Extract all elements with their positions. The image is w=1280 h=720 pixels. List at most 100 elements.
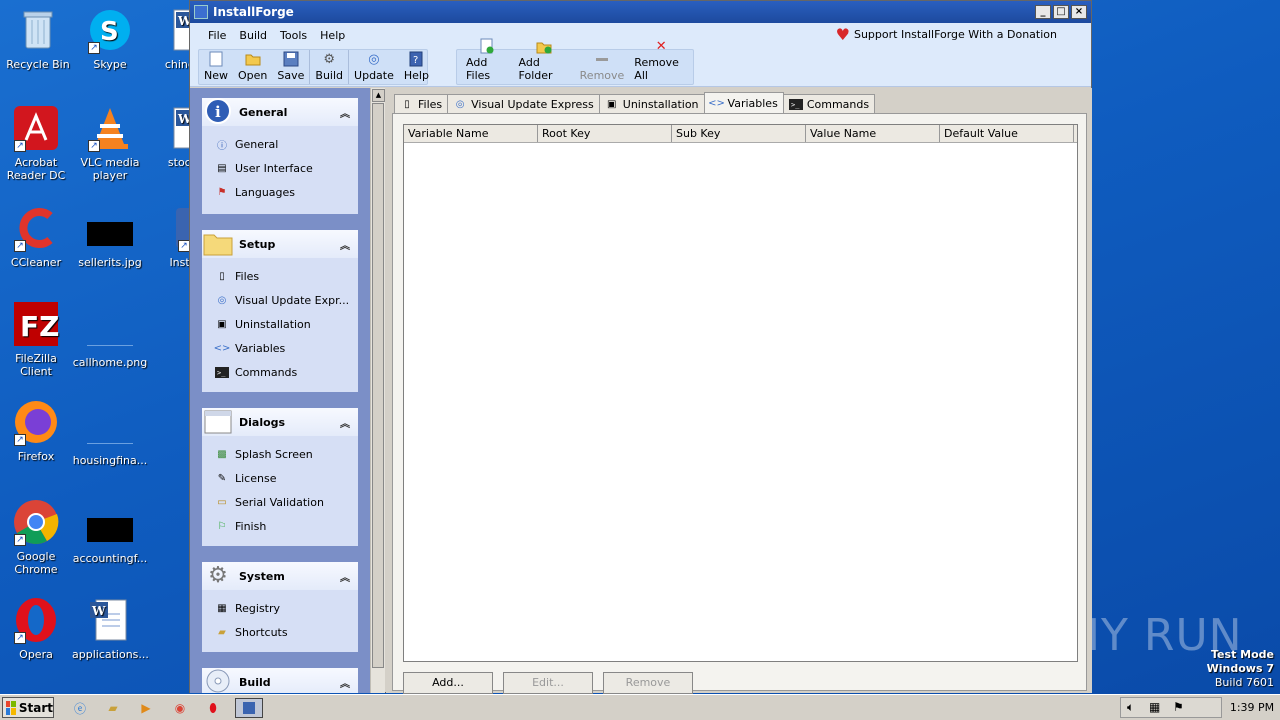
sidebar-item-label: Serial Validation xyxy=(235,495,324,509)
close-button[interactable]: × xyxy=(1071,5,1087,19)
terminal-icon: >_ xyxy=(788,98,803,112)
sidebar-item-files[interactable]: ▯ Files xyxy=(202,264,358,288)
installforge-taskbar-icon[interactable] xyxy=(235,698,263,718)
panel-header-general[interactable]: i General ︽ xyxy=(202,98,358,126)
maximize-button[interactable]: □ xyxy=(1053,5,1069,19)
variables-list[interactable]: Variable Name Root Key Sub Key Value Nam… xyxy=(403,124,1078,662)
desktop-icon-applications[interactable]: W applications... xyxy=(72,596,149,661)
column-header-sub-key[interactable]: Sub Key xyxy=(672,125,806,142)
start-button[interactable]: Start xyxy=(2,697,54,718)
menu-file[interactable]: File xyxy=(204,29,235,42)
image-file-icon xyxy=(86,420,134,450)
word-doc-icon: W xyxy=(86,596,134,644)
sidebar-scrollbar[interactable]: ▲ xyxy=(370,88,385,693)
media-player-taskbar-icon[interactable]: ▶ xyxy=(136,698,156,718)
title-bar[interactable]: InstallForge _ □ × xyxy=(190,1,1091,23)
tab-visual-update-express[interactable]: ◎ Visual Update Express xyxy=(447,94,600,114)
tab-strip: ▯ Files ◎ Visual Update Express ▣ Uninstall… xyxy=(394,92,876,114)
sidebar-item-registry[interactable]: ▦ Registry xyxy=(202,596,358,620)
add-files-button[interactable]: Add Files xyxy=(457,38,514,84)
chrome-icon: ↗ xyxy=(12,498,60,546)
open-button[interactable]: Open xyxy=(233,50,272,84)
desktop-icon-sellerits[interactable]: sellerits.jpg xyxy=(72,220,148,269)
explorer-taskbar-icon[interactable]: ▰ xyxy=(103,698,123,718)
panel-build: Build ︽ xyxy=(202,668,358,693)
ie-taskbar-icon[interactable]: ⓔ xyxy=(70,698,90,718)
column-header-default-value[interactable]: Default Value xyxy=(940,125,1074,142)
variables-tab-content: Variable Name Root Key Sub Key Value Nam… xyxy=(392,113,1087,694)
desktop-icon-chrome[interactable]: ↗ Google Chrome xyxy=(0,498,74,576)
sidebar-item-commands[interactable]: >_ Commands xyxy=(202,360,358,384)
save-button[interactable]: Save xyxy=(272,50,309,84)
build-button[interactable]: ⚙ Build xyxy=(309,50,348,84)
collapse-chevron-icon[interactable]: ︽ xyxy=(340,105,350,120)
volume-icon[interactable]: 🔈︎ xyxy=(1127,700,1134,715)
sidebar-item-serial-validation[interactable]: ▭ Serial Validation xyxy=(202,490,358,514)
tab-uninstallation[interactable]: ▣ Uninstallation xyxy=(598,94,705,114)
collapse-chevron-icon[interactable]: ︽ xyxy=(340,415,350,430)
remove-all-button[interactable]: ✕ Remove All xyxy=(629,39,693,84)
remove-variable-button[interactable]: Remove xyxy=(603,672,693,694)
desktop-icon-recycle-bin[interactable]: Recycle Bin xyxy=(0,6,76,71)
desktop-icon-label: Opera xyxy=(19,648,53,661)
sidebar-item-visual-update[interactable]: ◎ Visual Update Expr... xyxy=(202,288,358,312)
add-folder-label: Add Folder xyxy=(518,56,553,82)
tab-files[interactable]: ▯ Files xyxy=(394,94,449,114)
sidebar-item-general[interactable]: ⓘ General xyxy=(202,132,358,156)
menu-build[interactable]: Build xyxy=(235,29,276,42)
desktop-icon-skype[interactable]: S ↗ Skype xyxy=(72,6,148,71)
desktop-icon-vlc[interactable]: ↗ VLC media player xyxy=(72,104,148,182)
add-variable-button[interactable]: Add... xyxy=(403,672,493,694)
column-header-value-name[interactable]: Value Name xyxy=(806,125,940,142)
collapse-chevron-icon[interactable]: ︽ xyxy=(340,675,350,690)
chrome-taskbar-icon[interactable]: ◉ xyxy=(170,698,190,718)
collapse-chevron-icon[interactable]: ︽ xyxy=(340,569,350,584)
menu-tools[interactable]: Tools xyxy=(276,29,316,42)
column-header-variable-name[interactable]: Variable Name xyxy=(404,125,538,142)
action-center-flag-icon[interactable]: ⚑ xyxy=(1173,700,1184,714)
sidebar-item-splash-screen[interactable]: ▩ Splash Screen xyxy=(202,442,358,466)
desktop-icon-housingfina[interactable]: housingfina... xyxy=(72,418,148,467)
desktop-icon-filezilla[interactable]: FZ FileZilla Client xyxy=(0,300,74,378)
svg-text:?: ? xyxy=(413,55,418,66)
opera-taskbar-icon[interactable]: ⬮ xyxy=(203,698,223,718)
sidebar-item-user-interface[interactable]: ▤ User Interface xyxy=(202,156,358,180)
desktop-icon-callhome[interactable]: callhome.png xyxy=(72,320,148,369)
desktop-icon-ccleaner[interactable]: ↗ CCleaner xyxy=(0,204,74,269)
donate-link[interactable]: ♥ Support InstallForge With a Donation xyxy=(836,26,1057,42)
column-header-root-key[interactable]: Root Key xyxy=(538,125,672,142)
sidebar-item-languages[interactable]: ⚑ Languages xyxy=(202,180,358,204)
panel-header-build[interactable]: Build ︽ xyxy=(202,668,358,693)
desktop-icon-acrobat[interactable]: ↗ Acrobat Reader DC xyxy=(0,104,74,182)
uninstall-icon: ▣ xyxy=(607,99,617,110)
sidebar-item-license[interactable]: ✎ License xyxy=(202,466,358,490)
panel-header-system[interactable]: ⚙ System ︽ xyxy=(202,562,358,590)
update-button[interactable]: ◎ Update xyxy=(348,50,399,84)
remove-all-icon: ✕ xyxy=(655,39,667,54)
tab-variables[interactable]: <> Variables xyxy=(703,92,784,114)
minimize-button[interactable]: _ xyxy=(1035,5,1051,19)
open-label: Open xyxy=(238,69,268,82)
desktop-icon-accountingf[interactable]: accountingf... xyxy=(72,516,148,565)
menu-help[interactable]: Help xyxy=(316,29,354,42)
tab-commands[interactable]: >_ Commands xyxy=(782,94,876,114)
remove-toolbar-button[interactable]: Remove xyxy=(575,50,630,84)
desktop-icon-opera[interactable]: ↗ Opera xyxy=(0,596,74,661)
desktop-icon-firefox[interactable]: ↗ Firefox xyxy=(0,398,74,463)
sidebar-item-finish[interactable]: ⚐ Finish xyxy=(202,514,358,538)
network-icon[interactable]: ▦ xyxy=(1149,700,1160,714)
sidebar-item-shortcuts[interactable]: ▰ Shortcuts xyxy=(202,620,358,644)
new-button[interactable]: New xyxy=(199,50,233,84)
scrollbar-thumb[interactable] xyxy=(372,103,384,668)
edit-variable-button[interactable]: Edit... xyxy=(503,672,593,694)
panel-header-setup[interactable]: Setup ︽ xyxy=(202,230,358,258)
collapse-chevron-icon[interactable]: ︽ xyxy=(340,237,350,252)
panel-header-dialogs[interactable]: Dialogs ︽ xyxy=(202,408,358,436)
help-button[interactable]: ? Help xyxy=(399,50,434,84)
sidebar-item-uninstallation[interactable]: ▣ Uninstallation xyxy=(202,312,358,336)
sidebar-item-variables[interactable]: <> Variables xyxy=(202,336,358,360)
add-folder-button[interactable]: Add Folder xyxy=(514,42,575,84)
taskbar-clock[interactable]: 1:39 PM xyxy=(1224,697,1280,718)
panel-title: Setup xyxy=(239,237,276,251)
scroll-up-icon[interactable]: ▲ xyxy=(372,89,385,102)
